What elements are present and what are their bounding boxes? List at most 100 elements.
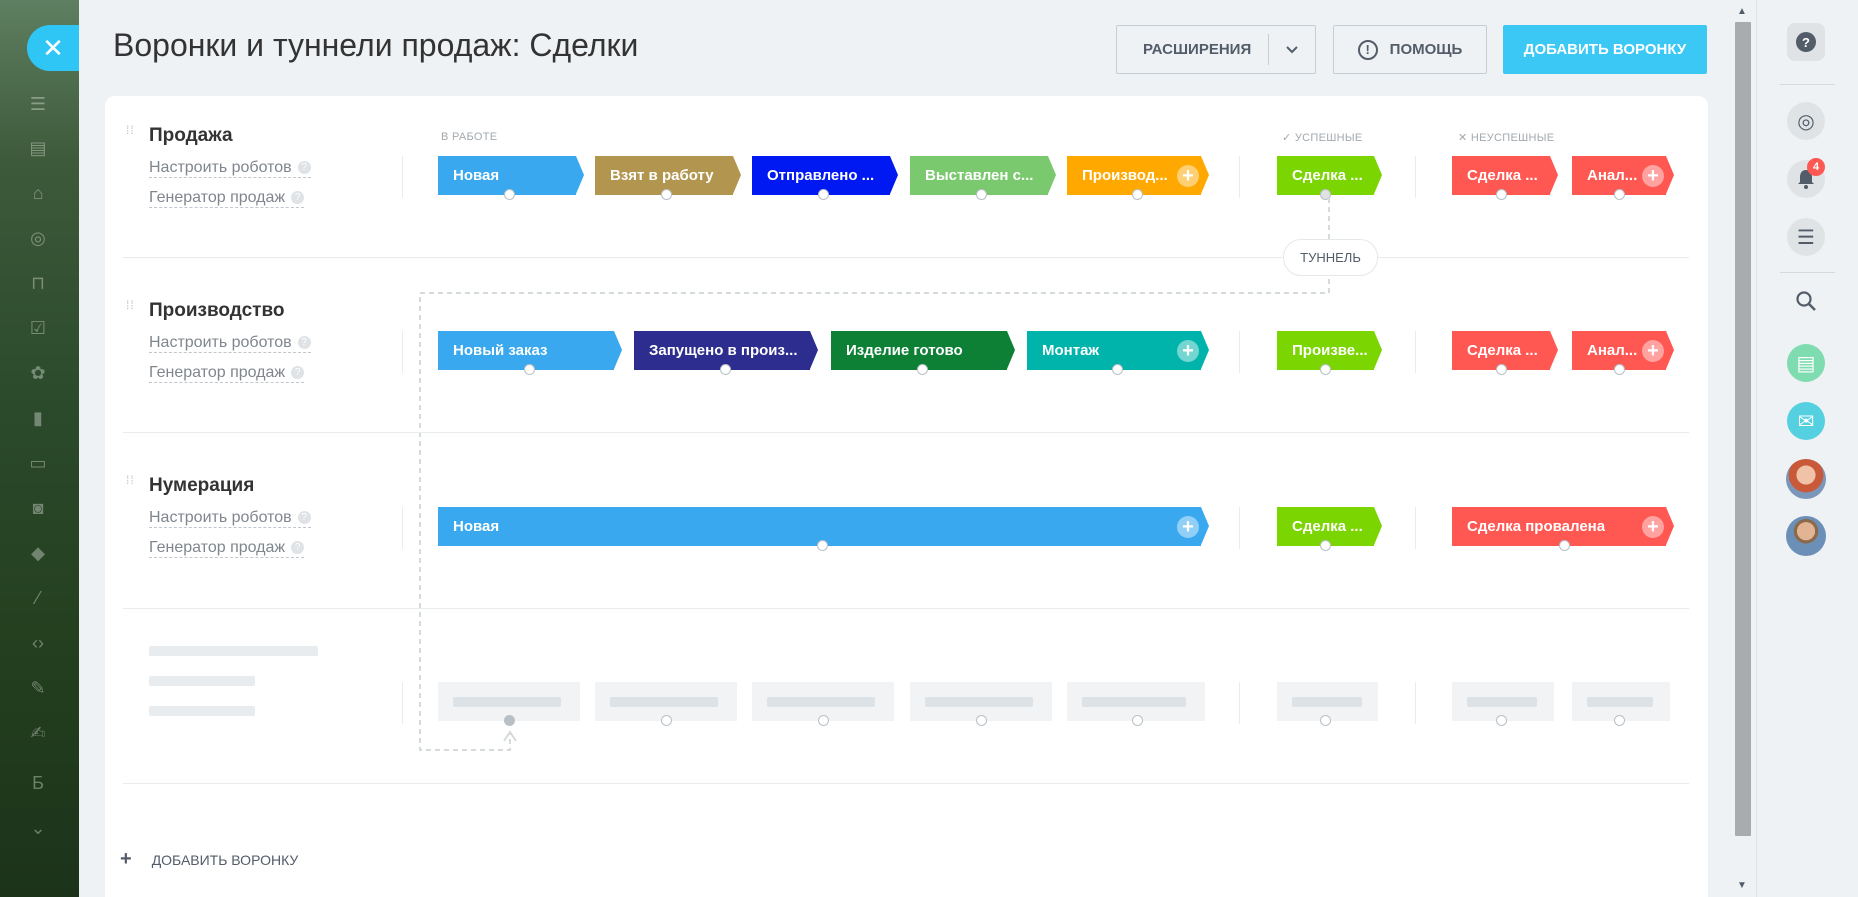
add-stage-plus-icon[interactable]: + — [1177, 516, 1199, 538]
user-avatar-1[interactable] — [1777, 450, 1835, 508]
divider — [1239, 331, 1240, 373]
configure-robots-link[interactable]: Настроить роботов? — [149, 333, 311, 353]
row-divider — [123, 608, 1689, 609]
stage-label: Новая — [453, 518, 500, 535]
help-panel-button[interactable]: ? — [1777, 13, 1835, 71]
question-icon[interactable]: ? — [291, 541, 305, 555]
crm-icon[interactable]: ⌂ — [28, 183, 48, 203]
sales-generator-link[interactable]: Генератор продаж? — [149, 363, 305, 383]
stage-new-order[interactable]: Новый заказ — [438, 331, 622, 375]
user-avatar-2[interactable] — [1777, 507, 1835, 565]
configure-robots-label: Настроить роботов — [149, 334, 292, 351]
add-stage-plus-icon[interactable]: + — [1177, 340, 1199, 362]
pulse-button[interactable]: ◎ — [1777, 92, 1835, 150]
close-icon: ✕ — [42, 32, 64, 63]
extensions-button[interactable]: РАСШИРЕНИЯ — [1116, 25, 1316, 74]
connection-dot[interactable] — [1320, 540, 1331, 551]
market-icon[interactable]: ◆ — [28, 543, 48, 563]
connection-dot[interactable] — [817, 540, 828, 551]
tunnel-badge[interactable]: ТУННЕЛЬ — [1283, 239, 1378, 276]
contacts-icon[interactable]: ▭ — [28, 453, 48, 473]
sites-icon[interactable]: ✿ — [28, 363, 48, 383]
stage-success[interactable]: Сделка ... — [1277, 507, 1382, 551]
scroll-thumb[interactable] — [1735, 22, 1751, 836]
extensions-label: РАСШИРЕНИЯ — [1143, 41, 1252, 58]
configure-robots-link[interactable]: Настроить роботов? — [149, 508, 311, 528]
funnel-name[interactable]: Производство — [149, 300, 285, 322]
question-icon: ? — [1787, 23, 1825, 61]
chats-button[interactable]: ☰ — [1777, 208, 1835, 266]
b-icon[interactable]: Б — [28, 773, 48, 793]
add-stage-plus-icon[interactable]: + — [1642, 516, 1664, 538]
stage-deal-failed[interactable]: Сделка провалена + — [1452, 507, 1674, 551]
pen-icon[interactable]: ⁄ — [28, 588, 48, 608]
stage-ready[interactable]: Изделие готово — [831, 331, 1015, 375]
help-button[interactable]: ! ПОМОЩЬ — [1333, 25, 1487, 74]
placeholder-stage — [1067, 682, 1205, 726]
open-lines-button[interactable]: ▤ — [1777, 334, 1835, 392]
connection-dot[interactable] — [524, 364, 535, 375]
row-divider — [123, 432, 1689, 433]
forms-icon[interactable]: ✎ — [28, 678, 48, 698]
connection-dot[interactable] — [1112, 364, 1123, 375]
stage-fail-1[interactable]: Сделка ... — [1452, 331, 1558, 375]
tasks-icon[interactable]: ▤ — [28, 138, 48, 158]
help-label: ПОМОЩЬ — [1389, 41, 1463, 58]
target-icon[interactable]: ◎ — [28, 228, 48, 248]
scroll-up-icon[interactable]: ▲ — [1737, 6, 1747, 17]
question-icon[interactable]: ? — [297, 511, 311, 525]
stage-new[interactable]: Новая + — [438, 507, 1209, 551]
connection-dot[interactable] — [917, 364, 928, 375]
add-funnel-link[interactable]: + ДОБАВИТЬ ВОРОНКУ — [120, 848, 298, 871]
chevron-down-icon[interactable] — [1269, 45, 1315, 54]
connection-dot[interactable] — [1496, 364, 1507, 375]
placeholder-stage — [438, 682, 580, 726]
question-icon[interactable]: ? — [297, 336, 311, 350]
sign-icon[interactable]: ✍ — [28, 723, 48, 743]
add-funnel-button[interactable]: ДОБАВИТЬ ВОРОНКУ — [1503, 25, 1707, 74]
stage-launched[interactable]: Запущено в произ... — [634, 331, 818, 375]
connection-dot[interactable] — [1614, 364, 1625, 375]
target-icon: ◎ — [1787, 102, 1825, 140]
row-divider — [123, 783, 1689, 784]
vertical-scrollbar[interactable]: ▲ ▼ — [1731, 0, 1756, 897]
connection-dot[interactable] — [1559, 540, 1570, 551]
checklist-icon[interactable]: ☑ — [28, 318, 48, 338]
stage-label: Изделие готово — [846, 342, 963, 359]
stage-installation[interactable]: Монтаж + — [1027, 331, 1209, 375]
placeholder-stage — [752, 682, 894, 726]
funnel-name[interactable]: Нумерация — [149, 475, 254, 497]
notifications-button[interactable]: 4 — [1777, 150, 1835, 208]
placeholder-stage — [1277, 682, 1378, 726]
avatar — [1786, 516, 1826, 556]
configure-robots-label: Настроить роботов — [149, 509, 292, 526]
exclamation-icon: ! — [1357, 39, 1378, 60]
question-icon[interactable]: ? — [291, 366, 305, 380]
drag-handle-icon[interactable]: ⁞⁞ — [126, 474, 136, 497]
connection-dot[interactable] — [1320, 364, 1331, 375]
add-funnel-label: ДОБАВИТЬ ВОРОНКУ — [151, 851, 299, 868]
search-button[interactable] — [1777, 272, 1835, 330]
code-icon[interactable]: ‹› — [28, 633, 48, 653]
connection-dot[interactable] — [720, 364, 731, 375]
placeholder-stage — [1452, 682, 1554, 726]
tunnel-connector — [419, 198, 1330, 751]
close-slider-button[interactable]: ✕ — [27, 25, 79, 71]
cart-icon[interactable]: ⊓ — [28, 273, 48, 293]
robot-icon[interactable]: ◙ — [28, 498, 48, 518]
stage-fail-2[interactable]: Анал... + — [1572, 331, 1674, 375]
more-icon[interactable]: ⌄ — [28, 818, 48, 838]
analytics-icon[interactable]: ▮ — [28, 408, 48, 428]
divider — [1239, 507, 1240, 549]
messenger-button[interactable]: ✉ — [1777, 392, 1835, 450]
stage-label: Сделка ... — [1292, 518, 1363, 535]
sales-generator-link[interactable]: Генератор продаж? — [149, 538, 305, 558]
plus-icon: + — [120, 848, 132, 870]
stage-label: Анал... — [1587, 342, 1638, 359]
add-stage-plus-icon[interactable]: + — [1642, 340, 1664, 362]
funnel-icon[interactable]: ☰ — [28, 94, 48, 114]
scroll-down-icon[interactable]: ▼ — [1737, 880, 1747, 891]
divider — [402, 507, 403, 549]
stage-success[interactable]: Произве... — [1277, 331, 1382, 375]
drag-handle-icon[interactable]: ⁞⁞ — [126, 299, 136, 322]
